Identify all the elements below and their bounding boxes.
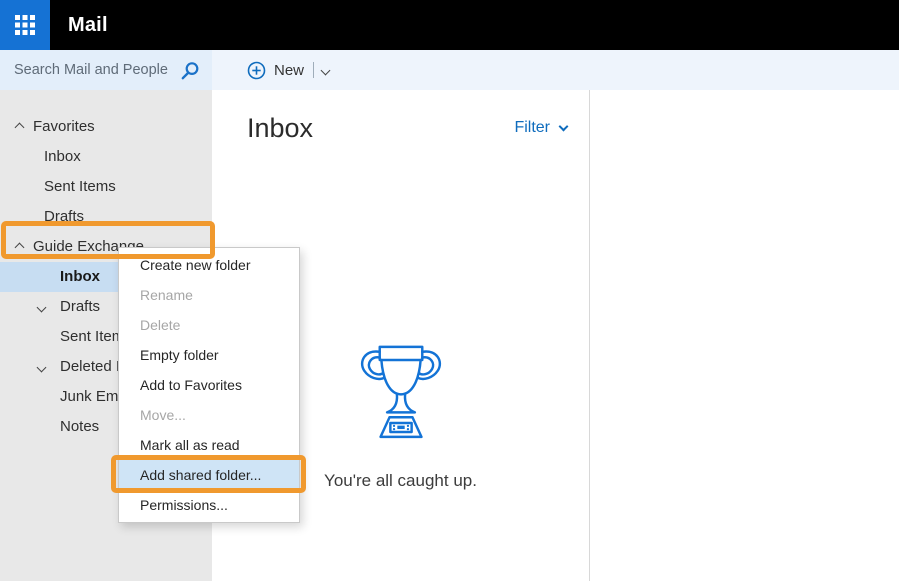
new-button[interactable]: New [247,61,329,80]
search-bar [0,50,212,90]
sidebar-item-favorites-inbox[interactable]: Inbox [0,142,212,172]
search-icon [180,61,200,81]
search-button[interactable] [178,57,212,84]
mail-app-window: Mail New Favorites [0,0,899,581]
menu-item-rename: Rename [119,280,299,310]
folder-label: Drafts [44,208,84,225]
menu-item-add-to-favorites[interactable]: Add to Favorites [119,370,299,400]
menu-item-permissions[interactable]: Permissions... [119,490,299,520]
filter-chevron-icon [559,121,569,131]
top-app-bar: Mail [0,0,899,50]
sidebar-item-favorites-sent-items[interactable]: Sent Items [0,172,212,202]
menu-item-move: Move... [119,400,299,430]
new-dropdown-chevron-icon[interactable] [321,65,331,75]
plus-circle-icon [247,61,266,80]
folder-label: Inbox [60,268,100,285]
trophy-icon [356,342,446,450]
menu-item-add-shared-folder[interactable]: Add shared folder... [119,460,299,490]
section-label: Favorites [33,118,95,135]
split-button-divider [313,62,314,78]
new-button-label: New [274,62,304,79]
waffle-icon [14,14,36,36]
menu-item-create-new-folder[interactable]: Create new folder [119,250,299,280]
chevron-up-icon [15,243,25,253]
search-input[interactable] [0,62,178,78]
folder-label: Inbox [44,148,81,165]
folder-label: Drafts [60,298,100,315]
reading-pane [590,90,899,581]
filter-label: Filter [514,119,550,137]
list-pane-header: Inbox Filter [247,110,567,146]
command-bar: New [212,50,899,90]
page-title: Inbox [247,113,313,144]
chevron-up-icon [15,123,25,133]
sidebar-item-favorites-drafts[interactable]: Drafts [0,202,212,232]
folder-context-menu: Create new folder Rename Delete Empty fo… [118,247,300,523]
menu-item-delete: Delete [119,310,299,340]
folder-label: Notes [60,418,99,435]
app-launcher-button[interactable] [0,0,50,50]
menu-item-mark-all-as-read[interactable]: Mark all as read [119,430,299,460]
chevron-down-icon[interactable] [37,363,47,373]
chevron-down-icon[interactable] [37,303,47,313]
menu-item-empty-folder[interactable]: Empty folder [119,340,299,370]
folder-label: Sent Items [44,178,116,195]
sidebar-section-favorites[interactable]: Favorites [0,112,212,142]
filter-button[interactable]: Filter [514,119,567,137]
app-title: Mail [68,0,108,50]
